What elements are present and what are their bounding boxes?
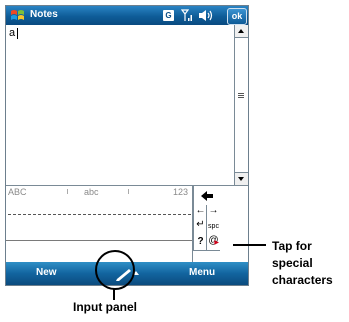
special-characters-callout-line bbox=[233, 244, 266, 246]
note-writing-area[interactable]: a bbox=[6, 25, 234, 185]
backspace-key[interactable] bbox=[193, 186, 220, 206]
scroll-thumb-grip-icon[interactable] bbox=[238, 93, 244, 99]
special-characters-caption: Tap for special characters bbox=[272, 238, 349, 289]
gprs-status-icon[interactable]: G bbox=[163, 10, 174, 21]
special-indicator-icon: ▶ bbox=[214, 240, 219, 246]
ok-button[interactable]: ok bbox=[227, 8, 247, 25]
special-caption-line-1: Tap for special bbox=[272, 239, 313, 270]
input-panel-callout-circle bbox=[95, 250, 135, 290]
input-panel-recognizer[interactable]: ABC abc 123 ← → ↵ spc ? @ ▶ bbox=[6, 185, 248, 263]
numbers-zone-label: 123 bbox=[173, 187, 189, 197]
signal-antenna-icon[interactable] bbox=[180, 9, 193, 22]
input-panel-caption: Input panel bbox=[73, 300, 137, 314]
note-text: a bbox=[9, 27, 16, 39]
zone-divider bbox=[67, 189, 68, 194]
device-screen: Notes G ok a ABC abc 123 ← → ↵ spc ? @ ▶… bbox=[5, 5, 249, 286]
input-panel-callout-line bbox=[113, 288, 115, 300]
special-caption-line-2: characters bbox=[272, 273, 333, 287]
enter-key[interactable]: ↵ bbox=[193, 219, 207, 235]
window-title: Notes bbox=[30, 9, 58, 20]
windows-start-icon[interactable] bbox=[10, 8, 25, 23]
vertical-scrollbar[interactable] bbox=[234, 25, 248, 185]
question-mark-key[interactable]: ? bbox=[193, 234, 207, 251]
scroll-down-button[interactable] bbox=[235, 172, 248, 185]
new-softkey[interactable]: New bbox=[36, 267, 57, 278]
arrow-right-key[interactable]: → bbox=[206, 205, 220, 220]
lowercase-zone-label: abc bbox=[84, 187, 99, 197]
text-caret bbox=[17, 28, 18, 39]
scroll-up-button[interactable] bbox=[235, 25, 248, 38]
title-bar: Notes G ok bbox=[6, 6, 248, 25]
special-keys-column: ← → ↵ spc ? @ ▶ bbox=[193, 186, 248, 263]
space-key[interactable]: spc bbox=[206, 219, 220, 235]
writing-baseline bbox=[6, 240, 192, 241]
arrow-left-key[interactable]: ← bbox=[193, 205, 207, 220]
uppercase-zone-label: ABC bbox=[8, 187, 27, 197]
writing-midline bbox=[8, 214, 191, 215]
menu-softkey[interactable]: Menu bbox=[189, 267, 215, 278]
special-characters-key[interactable]: @ ▶ bbox=[206, 234, 220, 251]
zone-divider bbox=[128, 189, 129, 194]
volume-icon[interactable] bbox=[198, 9, 214, 22]
